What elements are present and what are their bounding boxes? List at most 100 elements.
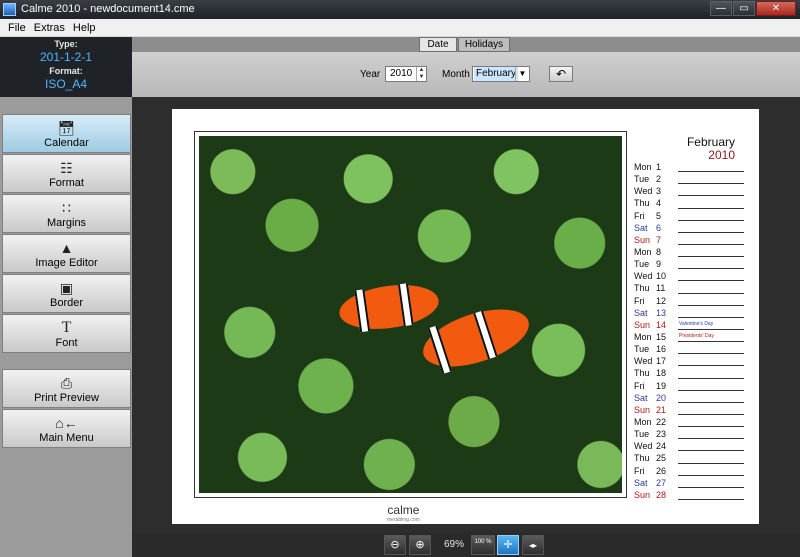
month-value: February — [474, 67, 519, 81]
day-number: 15 — [656, 331, 667, 342]
maximize-button[interactable]: ▭ — [733, 1, 755, 16]
nav-margins-button[interactable]: ∷ Margins — [2, 194, 131, 233]
main-area: Date Holidays Year 2010 ▲ ▼ Month Februar… — [132, 37, 800, 557]
nav-label: Format — [49, 177, 84, 189]
calendar-day-row: Fri 5 — [634, 210, 744, 222]
tab-holidays[interactable]: Holidays — [458, 37, 510, 52]
day-number: 11 — [656, 283, 666, 294]
note-line — [678, 377, 744, 379]
nav-label: Main Menu — [39, 432, 94, 444]
day-number: 13 — [656, 307, 667, 318]
zoom-toolbar: ⊖ ⊕ 69% 100 % ✛ ◂▸ — [132, 533, 800, 557]
nav-format-button[interactable]: ☷ Format — [2, 154, 131, 193]
day-number: 3 — [656, 186, 662, 197]
nav-image-editor-button[interactable]: ▲ Image Editor — [2, 234, 131, 273]
calendar-day-row: Mon 8 — [634, 246, 744, 258]
close-button[interactable]: ✕ — [756, 1, 796, 16]
calendar-day-row: Tue 16 — [634, 343, 744, 355]
day-name: Sat — [634, 307, 648, 318]
logo-subtext: merabling.com — [387, 517, 420, 523]
note-line — [678, 341, 744, 343]
spin-arrows-icon[interactable]: ▲ ▼ — [416, 67, 426, 81]
photo-frame[interactable] — [194, 131, 627, 498]
nav-label: Margins — [46, 217, 87, 229]
note-line — [678, 474, 744, 476]
note-line — [678, 183, 744, 185]
tab-bar: Date Holidays — [132, 37, 800, 52]
nav-calendar-button[interactable]: 📅︎ Calendar — [2, 114, 131, 153]
tab-date[interactable]: Date — [419, 37, 457, 52]
month-select[interactable]: February ▼ — [472, 66, 530, 82]
zoom-100-button[interactable]: 100 % — [471, 535, 495, 555]
note-line — [678, 450, 744, 452]
format-value: ISO_A4 — [44, 77, 88, 91]
nav-main-menu-button[interactable]: ⌂← Main Menu — [2, 409, 131, 448]
printer-icon: ⎙ — [60, 375, 73, 391]
calendar-year: 2010 — [708, 148, 735, 162]
border-icon: ▣ — [59, 280, 74, 296]
logo-text: calme — [387, 503, 420, 517]
calendar-day-row: Thu 4 — [634, 197, 744, 209]
zoom-out-button[interactable]: ⊖ — [384, 535, 406, 555]
calendar-day-row: Sat 20 — [634, 392, 744, 404]
calendar-day-row: Mon 1 — [634, 161, 744, 173]
nav-label: Font — [55, 337, 78, 349]
zoom-in-button[interactable]: ⊕ — [409, 535, 431, 555]
undo-icon: ↶ — [555, 67, 567, 81]
clownfish-shape — [336, 279, 442, 335]
home-back-icon: ⌂← — [55, 415, 78, 431]
format-icon: ☷ — [60, 160, 73, 176]
day-name: Sat — [634, 222, 648, 233]
undo-button[interactable]: ↶ — [549, 66, 573, 82]
calme-logo: calme merabling.com — [387, 503, 420, 523]
menu-help[interactable]: Help — [69, 22, 100, 34]
fit-page-button[interactable]: ✛ — [497, 535, 519, 555]
year-label: Year — [360, 69, 381, 80]
fit-icon: ✛ — [503, 539, 513, 551]
zoom-in-icon: ⊕ — [415, 539, 425, 551]
chevron-down-icon[interactable]: ▼ — [515, 67, 529, 81]
note-line — [678, 401, 744, 403]
day-name: Mon — [634, 162, 652, 172]
calendar-icon: 📅︎ — [57, 120, 76, 136]
note-line — [678, 268, 744, 270]
year-spinner[interactable]: 2010 ▲ ▼ — [385, 66, 427, 82]
menu-file[interactable]: File — [4, 22, 30, 34]
day-name: Wed — [634, 441, 653, 452]
calendar-day-row: Fri 12 — [634, 295, 744, 307]
day-name: Wed — [634, 356, 653, 367]
minimize-button[interactable]: — — [710, 1, 732, 16]
day-name: Tue — [634, 344, 650, 355]
note-line — [678, 292, 744, 294]
year-value: 2010 — [390, 68, 413, 79]
note-line — [678, 462, 744, 464]
nav-label: Print Preview — [34, 392, 99, 404]
day-name: Thu — [634, 453, 650, 464]
nav-print-preview-button[interactable]: ⎙ Print Preview — [2, 369, 131, 408]
day-name: Tue — [634, 429, 650, 440]
fit-width-button[interactable]: ◂▸ — [522, 535, 544, 555]
day-name: Tue — [634, 259, 650, 270]
clownfish-photo — [199, 136, 622, 493]
day-number: 24 — [656, 441, 667, 452]
app-icon — [3, 3, 16, 16]
note-line — [678, 316, 744, 318]
zoom-out-icon: ⊖ — [390, 539, 400, 551]
format-label: Format: — [49, 66, 83, 76]
day-number: 5 — [656, 210, 662, 221]
day-name: Fri — [634, 465, 645, 476]
day-name: Sat — [634, 477, 648, 488]
day-name: Fri — [634, 380, 645, 391]
day-name: Tue — [634, 174, 650, 185]
nav-font-button[interactable]: T Font — [2, 314, 131, 353]
menu-extras[interactable]: Extras — [30, 22, 69, 34]
nav-border-button[interactable]: ▣ Border — [2, 274, 131, 313]
month-label: Month — [442, 69, 470, 80]
calendar-day-row: Mon 22 — [634, 416, 744, 428]
day-number: 8 — [656, 246, 662, 257]
person-icon: ▲ — [59, 240, 74, 256]
calendar-day-row: Sat 13 — [634, 307, 744, 319]
arrows-horizontal-icon: ◂▸ — [528, 541, 538, 550]
day-number: 23 — [656, 429, 667, 440]
left-panel: Type: 201-1-2-1 Format: ISO_A4 📅︎ Calend… — [0, 37, 132, 557]
